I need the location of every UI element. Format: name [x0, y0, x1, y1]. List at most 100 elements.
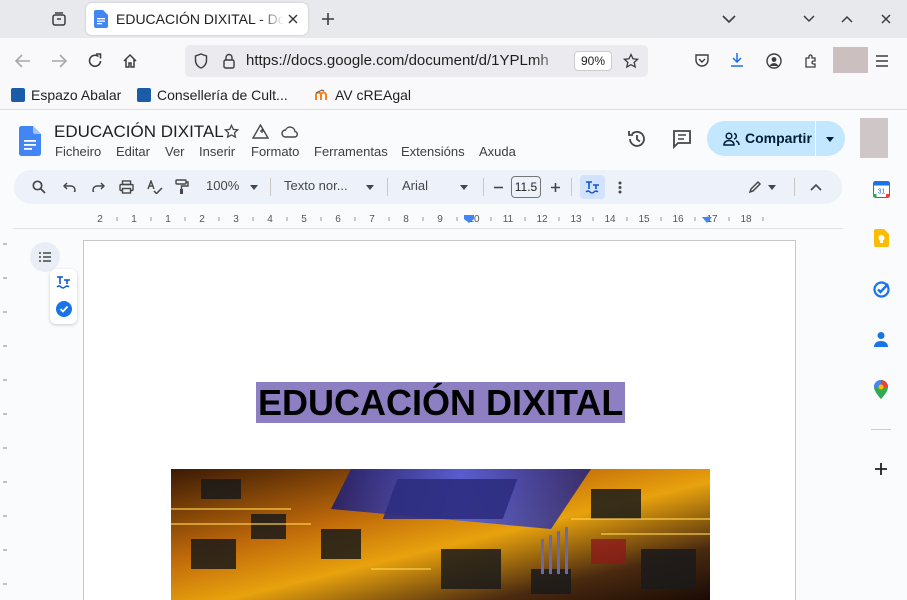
- ruler-label: 3: [233, 214, 239, 225]
- ruler-label: 2: [199, 214, 205, 225]
- downloads-icon[interactable]: [729, 52, 745, 68]
- google-docs-logo-icon[interactable]: [18, 125, 42, 157]
- bookmark-label: AV cREAgal: [335, 87, 411, 103]
- share-button[interactable]: Compartir: [707, 121, 845, 156]
- toolbar-divider: [794, 178, 795, 196]
- bookmark-star-icon[interactable]: [623, 53, 639, 69]
- search-menus-icon[interactable]: [31, 179, 47, 195]
- version-history-icon[interactable]: [626, 128, 648, 150]
- star-icon[interactable]: [223, 123, 239, 139]
- maximize-window-icon[interactable]: [839, 11, 855, 27]
- ruler-label: 13: [570, 214, 582, 225]
- tab-overview-icon[interactable]: [50, 10, 68, 28]
- list-all-tabs-icon[interactable]: [721, 11, 737, 27]
- user-avatar[interactable]: [860, 118, 888, 158]
- text-wavy-format-icon[interactable]: [55, 275, 72, 290]
- bookmark-conselleria[interactable]: Consellería de Cult...: [137, 87, 288, 103]
- redo-icon[interactable]: [90, 180, 106, 194]
- menu-ferramentas[interactable]: Ferramentas: [314, 144, 388, 159]
- undo-icon[interactable]: [61, 180, 77, 194]
- menu-ver[interactable]: Ver: [165, 144, 185, 159]
- style-dropdown-icon[interactable]: [366, 185, 374, 190]
- paint-format-icon[interactable]: [174, 179, 190, 195]
- browser-tab-bar: EDUCACIÓN DIXITAL - Documentos de Google: [0, 0, 907, 38]
- hamburger-menu-icon[interactable]: [874, 53, 890, 69]
- active-tab[interactable]: EDUCACIÓN DIXITAL - Documentos de Google: [86, 3, 308, 35]
- url-text[interactable]: https://docs.google.com/document/d/1YPLm…: [246, 52, 566, 69]
- cloud-saved-icon[interactable]: [280, 124, 299, 138]
- forward-icon[interactable]: [50, 53, 68, 69]
- contacts-icon[interactable]: [873, 330, 889, 348]
- menu-axuda[interactable]: Axuda: [479, 144, 516, 159]
- toolbar-divider: [571, 178, 572, 196]
- share-dropdown-icon[interactable]: [824, 134, 836, 144]
- maps-icon[interactable]: [873, 379, 889, 399]
- ruler-label: 16: [672, 214, 684, 225]
- circuit-board-image[interactable]: [171, 469, 710, 600]
- ruler-label: 15: [638, 214, 650, 225]
- close-tab-icon[interactable]: [285, 11, 301, 27]
- outline-list-icon: [38, 251, 52, 263]
- ruler-label: 5: [301, 214, 307, 225]
- account-icon[interactable]: [765, 52, 783, 70]
- share-label: Compartir: [745, 130, 812, 146]
- document-outline-button[interactable]: [30, 242, 60, 272]
- abalar-favicon-icon: [11, 88, 25, 102]
- text-highlight-active-icon[interactable]: [580, 175, 605, 199]
- pocket-icon[interactable]: [694, 52, 710, 68]
- close-window-icon[interactable]: [878, 11, 894, 27]
- add-addon-icon[interactable]: [873, 461, 889, 477]
- more-options-icon[interactable]: [616, 180, 624, 194]
- calendar-icon[interactable]: 31: [872, 180, 890, 198]
- ruler-label: 2: [97, 214, 103, 225]
- spell-check-icon[interactable]: [146, 179, 164, 195]
- side-panel: 31: [860, 111, 907, 600]
- toolbar-divider: [270, 178, 271, 196]
- editing-mode-pencil-icon[interactable]: [747, 179, 763, 195]
- decrease-font-size-icon[interactable]: [492, 181, 504, 193]
- document-heading[interactable]: EDUCACIÓN DIXITAL: [256, 382, 626, 423]
- new-tab-icon[interactable]: [320, 11, 336, 27]
- vertical-ruler[interactable]: [0, 232, 13, 600]
- ruler-label: 11: [503, 214, 514, 225]
- increase-font-size-icon[interactable]: [549, 181, 561, 193]
- print-icon[interactable]: [117, 179, 135, 195]
- side-panel-divider: [871, 429, 891, 430]
- font-size-input[interactable]: 11.5: [511, 176, 541, 198]
- hide-menus-chevron-icon[interactable]: [809, 181, 823, 193]
- back-icon[interactable]: [14, 53, 32, 69]
- tracking-protection-shield-icon[interactable]: [193, 53, 209, 69]
- menu-extensions[interactable]: Extensións: [401, 144, 465, 159]
- toolbar-divider: [483, 178, 484, 196]
- url-bar[interactable]: https://docs.google.com/document/d/1YPLm…: [185, 45, 648, 77]
- extensions-icon[interactable]: [802, 52, 820, 70]
- tasks-icon[interactable]: [872, 280, 890, 298]
- menu-ficheiro[interactable]: Ficheiro: [55, 144, 101, 159]
- bookmark-espazo-abalar[interactable]: Espazo Abalar: [11, 87, 121, 103]
- bookmark-av-creagal[interactable]: AV cREAgal: [315, 87, 411, 103]
- comments-icon[interactable]: [671, 128, 693, 150]
- minimize-window-icon[interactable]: [801, 11, 817, 27]
- horizontal-ruler[interactable]: 2 1 1 2 3 4 5 6 7 8 9 10 11 12 13 14 15 16 17 18: [84, 210, 794, 226]
- paragraph-style-select[interactable]: Texto nor...: [284, 178, 348, 193]
- reload-icon[interactable]: [86, 52, 104, 70]
- keep-icon[interactable]: [873, 229, 889, 247]
- font-dropdown-icon[interactable]: [460, 185, 468, 190]
- check-circle-icon[interactable]: [55, 300, 72, 317]
- font-select[interactable]: Arial: [402, 178, 428, 193]
- extension-thumbnail[interactable]: [833, 47, 868, 73]
- menu-editar[interactable]: Editar: [116, 144, 150, 159]
- share-divider: [815, 121, 816, 156]
- menu-formato[interactable]: Formato: [251, 144, 299, 159]
- menu-inserir[interactable]: Inserir: [199, 144, 235, 159]
- floating-tools-panel: [50, 269, 77, 324]
- editing-mode-dropdown-icon[interactable]: [768, 185, 776, 190]
- zoom-select[interactable]: 100%: [206, 178, 239, 193]
- home-icon[interactable]: [121, 52, 139, 70]
- move-to-folder-icon[interactable]: [251, 123, 269, 139]
- lock-icon[interactable]: [221, 53, 237, 69]
- document-title[interactable]: EDUCACIÓN DIXITAL: [54, 122, 224, 142]
- people-icon: [722, 131, 740, 147]
- zoom-level-badge[interactable]: 90%: [574, 51, 612, 71]
- zoom-dropdown-icon[interactable]: [250, 185, 258, 190]
